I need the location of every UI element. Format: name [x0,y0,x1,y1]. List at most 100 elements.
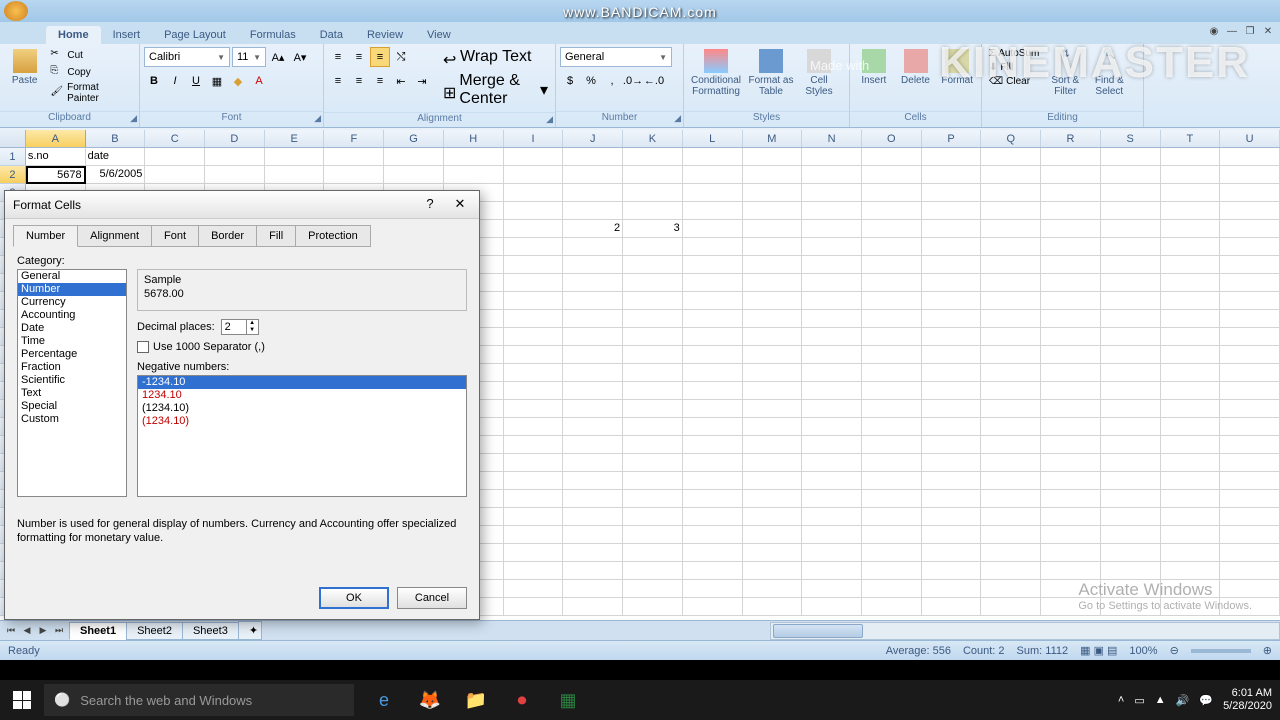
cell[interactable] [1101,238,1161,256]
cell[interactable] [802,472,862,490]
cell[interactable] [743,148,803,166]
cell[interactable] [1220,472,1280,490]
category-item[interactable]: Accounting [18,309,126,322]
cell[interactable] [265,148,325,166]
category-item[interactable]: Fraction [18,361,126,374]
cell[interactable] [1161,238,1221,256]
cell[interactable] [504,472,564,490]
cell[interactable] [922,526,982,544]
comma-button[interactable]: , [602,71,622,91]
cell[interactable] [802,562,862,580]
cell[interactable] [1101,400,1161,418]
cell[interactable] [504,148,564,166]
cell[interactable] [1161,220,1221,238]
cell[interactable] [1161,490,1221,508]
cell[interactable] [623,400,683,418]
cell[interactable] [1220,184,1280,202]
cell[interactable] [981,274,1041,292]
cell[interactable] [683,202,743,220]
cell[interactable] [504,544,564,562]
cell[interactable] [563,400,623,418]
cell[interactable] [563,256,623,274]
cell[interactable] [981,346,1041,364]
col-head-m[interactable]: M [743,130,803,147]
select-all-corner[interactable] [0,130,26,147]
restore-icon[interactable]: ❐ [1242,24,1258,38]
volume-icon[interactable]: 🔊 [1176,694,1190,707]
tab-formulas[interactable]: Formulas [238,26,308,44]
cell[interactable] [1041,418,1101,436]
cell[interactable] [205,166,265,184]
cell[interactable] [563,454,623,472]
excel-taskbar-icon[interactable]: ▦ [546,680,590,720]
col-head-t[interactable]: T [1161,130,1221,147]
dialog-tab-alignment[interactable]: Alignment [77,225,152,247]
cell[interactable] [563,184,623,202]
col-head-k[interactable]: K [623,130,683,147]
cell[interactable] [922,148,982,166]
cell[interactable] [1041,526,1101,544]
autosum-button[interactable]: Σ AutoSum [986,47,1042,60]
firefox-icon[interactable]: 🦊 [408,680,452,720]
cell[interactable] [683,436,743,454]
cell[interactable] [683,148,743,166]
align-top-button[interactable]: ≡ [328,47,348,67]
cell[interactable] [683,310,743,328]
cell[interactable] [862,454,922,472]
tab-view[interactable]: View [415,26,463,44]
cell[interactable] [504,436,564,454]
cell[interactable] [444,166,504,184]
cell[interactable] [1041,148,1101,166]
format-as-table-button[interactable]: Format as Table [746,47,796,99]
spinner-up[interactable]: ▲ [246,320,258,327]
wifi-icon[interactable]: ▲ [1155,694,1166,706]
category-item[interactable]: Percentage [18,348,126,361]
cell[interactable] [563,490,623,508]
cell[interactable] [1161,202,1221,220]
orientation-button[interactable]: ⤭ [391,47,411,67]
cell[interactable] [802,490,862,508]
cell[interactable] [1101,220,1161,238]
cell[interactable] [743,490,803,508]
last-sheet-button[interactable]: ⏭ [52,625,66,636]
decrease-indent-button[interactable]: ⇤ [391,71,411,91]
cell[interactable] [563,166,623,184]
merge-center-button[interactable]: ⊞Merge & Center ▾ [440,71,551,109]
cell[interactable] [922,202,982,220]
cell[interactable] [743,202,803,220]
cell[interactable] [1161,382,1221,400]
cell[interactable] [862,346,922,364]
cell[interactable] [802,598,862,616]
dialog-launcher-icon[interactable]: ◢ [130,113,137,124]
cell[interactable] [563,148,623,166]
cell[interactable] [922,364,982,382]
fill-color-button[interactable]: ◆ [228,71,248,91]
cell[interactable] [743,562,803,580]
cell[interactable] [563,346,623,364]
cell[interactable] [1101,508,1161,526]
underline-button[interactable]: U [186,71,206,91]
cell[interactable] [1041,256,1101,274]
cell[interactable] [1161,418,1221,436]
tab-insert[interactable]: Insert [101,26,153,44]
cell[interactable] [504,346,564,364]
cell[interactable] [802,454,862,472]
horizontal-scrollbar[interactable] [770,622,1280,640]
cell[interactable] [504,166,564,184]
cell[interactable] [743,598,803,616]
cell[interactable] [1220,436,1280,454]
cell[interactable] [743,184,803,202]
cell[interactable] [981,472,1041,490]
tab-data[interactable]: Data [308,26,355,44]
cell[interactable] [623,238,683,256]
cell[interactable] [324,166,384,184]
cell[interactable] [1041,310,1101,328]
cell[interactable] [862,292,922,310]
dialog-launcher-icon[interactable]: ◢ [674,113,681,124]
cell[interactable] [563,580,623,598]
cell[interactable] [802,202,862,220]
col-head-g[interactable]: G [384,130,444,147]
cell[interactable] [444,148,504,166]
cell[interactable] [743,418,803,436]
tab-home[interactable]: Home [46,26,101,44]
